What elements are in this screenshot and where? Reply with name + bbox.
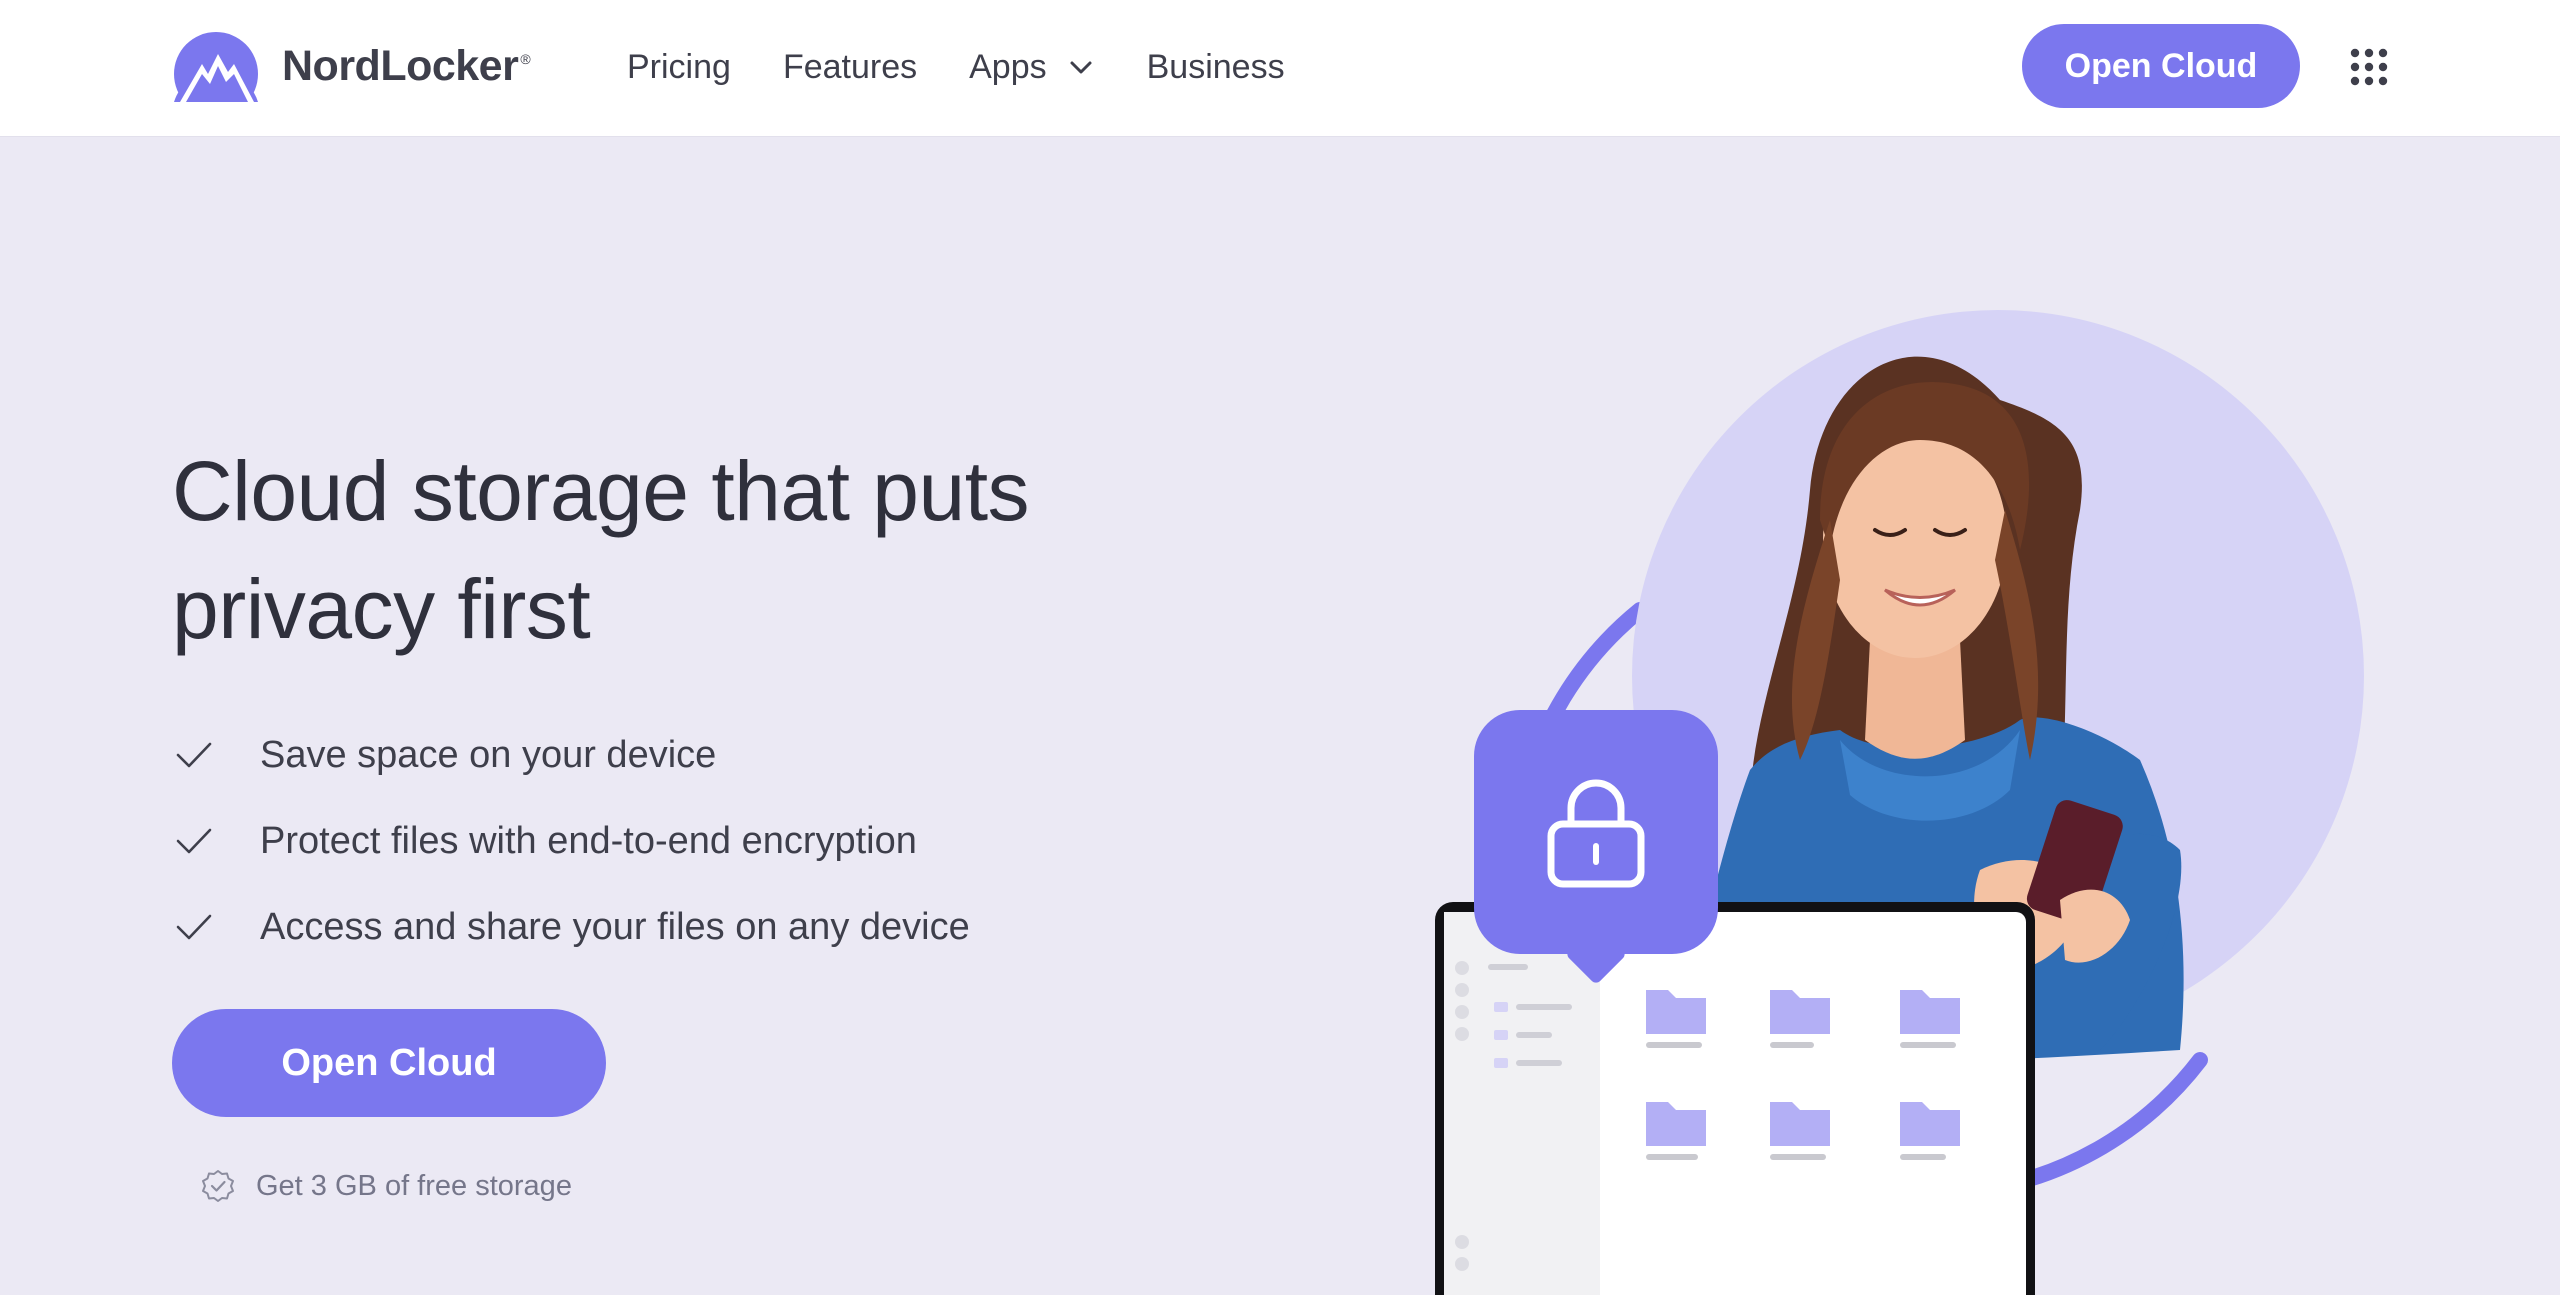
hero-title-line-1: Cloud storage that puts bbox=[172, 444, 1030, 538]
verified-badge-icon bbox=[202, 1170, 234, 1202]
feature-text: Access and share your files on any devic… bbox=[260, 905, 970, 948]
checkmark-icon bbox=[176, 914, 212, 940]
nav-item-label: Pricing bbox=[627, 47, 731, 86]
brand-name: NordLocker bbox=[282, 41, 519, 90]
lock-icon bbox=[1547, 779, 1645, 888]
checkmark-icon bbox=[176, 828, 212, 854]
feature-item: Protect files with end-to-end encryption bbox=[172, 798, 970, 884]
feature-item: Save space on your device bbox=[172, 712, 970, 798]
registered-mark: ® bbox=[520, 51, 531, 68]
hero-title: Cloud storage that puts privacy first bbox=[172, 432, 1172, 668]
nav-item-label: Business bbox=[1146, 47, 1285, 86]
nav-item-pricing[interactable]: Pricing bbox=[627, 48, 731, 87]
nav-item-features[interactable]: Features bbox=[783, 48, 917, 87]
chevron-down-icon bbox=[1070, 61, 1092, 74]
nordlocker-logo-icon bbox=[174, 32, 258, 102]
feature-text: Save space on your device bbox=[260, 733, 717, 776]
feature-text: Protect files with end-to-end encryption bbox=[260, 819, 917, 862]
nordlocker-logo[interactable]: NordLocker ® bbox=[172, 30, 531, 102]
nav-item-label: Features bbox=[782, 47, 918, 86]
hero-open-cloud-button[interactable]: Open Cloud bbox=[172, 1009, 606, 1117]
nav-item-apps[interactable]: Apps bbox=[969, 48, 1095, 87]
lock-card bbox=[1474, 710, 1718, 986]
laptop-illustration bbox=[1435, 902, 2035, 1295]
feature-list: Save space on your device Protect files … bbox=[172, 712, 970, 970]
hero-title-line-2: privacy first bbox=[172, 562, 591, 656]
free-storage-note: Get 3 GB of free storage bbox=[200, 1168, 572, 1204]
nav-item-label: Apps bbox=[969, 47, 1047, 86]
feature-item: Access and share your files on any devic… bbox=[172, 884, 970, 970]
header-open-cloud-button[interactable]: Open Cloud bbox=[2022, 24, 2300, 108]
checkmark-icon bbox=[176, 742, 212, 768]
main-nav: Pricing Features Apps Business bbox=[627, 42, 1337, 92]
logo-wordmark: NordLocker ® bbox=[282, 41, 531, 91]
free-storage-text: Get 3 GB of free storage bbox=[256, 1169, 572, 1202]
site-header: NordLocker ® Pricing Features Apps Busine… bbox=[0, 0, 2560, 137]
grid-apps-icon[interactable] bbox=[2349, 47, 2389, 87]
nav-item-business[interactable]: Business bbox=[1147, 48, 1285, 87]
